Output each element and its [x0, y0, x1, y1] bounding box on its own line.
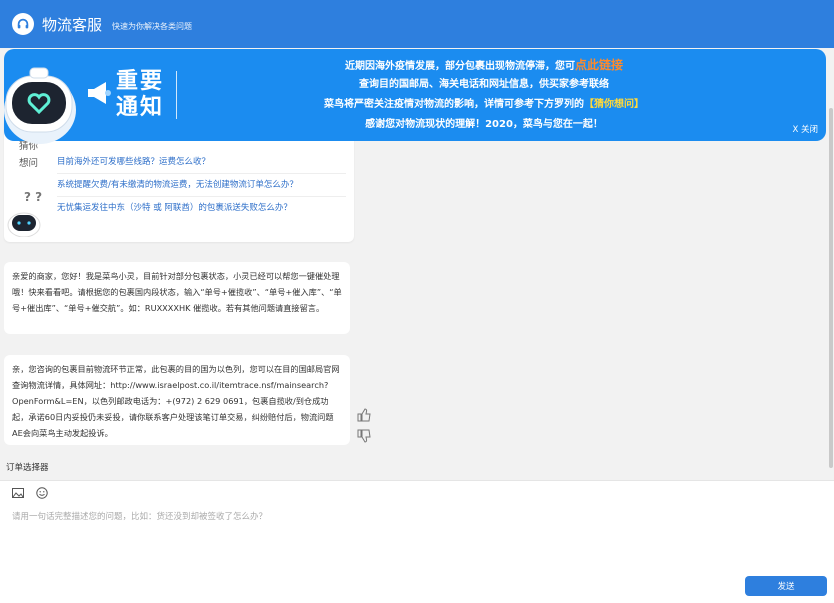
notice-heading: 重要 通知	[116, 69, 176, 121]
headset-icon	[12, 13, 34, 35]
chat-scrollbar[interactable]	[828, 48, 834, 480]
thumbs-up-icon[interactable]	[356, 407, 372, 423]
notice-line-2: 查询目的国邮局、海关电话和网址信息，供买家参考联络	[359, 79, 609, 90]
robot-avatar-icon: ? ?	[7, 190, 42, 237]
emoji-icon[interactable]	[36, 487, 48, 499]
faq-side-label-2: 想问	[19, 158, 39, 169]
faq-question-3[interactable]: 无忧集运发往中东（沙特 或 阿联酋）的包裹派送失败怎么办？	[57, 201, 346, 219]
message-input[interactable]: 请用一句话完整描述您的问题，比如：货还没到却被签收了怎么办？	[12, 510, 267, 522]
notice-line-3-text: 菜鸟将严密关注疫情对物流的影响，详情可参考下方罗列的	[324, 99, 584, 110]
notice-divider	[176, 71, 177, 119]
bot-message-2: 亲，您咨询的包裹目前物流环节正常，此包裹的目的国为以色列，您可以在目的国邮局官网…	[4, 355, 350, 445]
notice-heading-line1: 重要	[116, 69, 165, 94]
megaphone-icon	[88, 82, 111, 104]
app-subtitle: 快速为你解决各类问题	[112, 21, 193, 31]
guess-questions-link[interactable]: 【猜你想问】	[584, 99, 644, 110]
notice-line-4: 感谢您对物流现状的理解！2020，菜鸟与您在一起！	[365, 119, 603, 130]
robot-mascot-icon	[4, 67, 76, 144]
svg-text:? ?: ? ?	[24, 190, 42, 204]
close-banner-button[interactable]: X 关闭	[792, 123, 818, 135]
image-upload-icon[interactable]	[12, 487, 24, 499]
notice-line-1: 近期因海外疫情发展，部分包裹出现物流停滞，您可点此链接	[204, 55, 764, 75]
notice-line-3: 菜鸟将严密关注疫情对物流的影响，详情可参考下方罗列的【猜你想问】	[204, 95, 764, 115]
order-selector[interactable]: 订单选择器	[6, 461, 49, 473]
composer-toolbar	[12, 487, 48, 499]
notice-heading-line2: 通知	[116, 95, 165, 120]
bot-message-1: 亲爱的商家，您好！我是菜鸟小灵，目前针对部分包裹状态，小灵已经可以帮您一键催处理…	[4, 262, 350, 334]
notice-text: 近期因海外疫情发展，部分包裹出现物流停滞，您可点此链接 查询目的国邮局、海关电话…	[204, 55, 764, 135]
important-notice-banner: 重要 通知 近期因海外疫情发展，部分包裹出现物流停滞，您可点此链接 查询目的国邮…	[4, 49, 826, 141]
app-header: 物流客服 快速为你解决各类问题	[0, 0, 834, 48]
notice-line-1-text: 近期因海外疫情发展，部分包裹出现物流停滞，您可	[344, 61, 575, 72]
app-title: 物流客服	[42, 15, 103, 34]
faq-question-1[interactable]: 目前海外还可发哪些线路？运费怎么收？	[57, 155, 346, 174]
scrollbar-thumb[interactable]	[829, 108, 833, 468]
composer: 请用一句话完整描述您的问题，比如：货还没到却被签收了怎么办？ 发送	[0, 480, 834, 603]
send-button[interactable]: 发送	[745, 576, 827, 596]
faq-question-2[interactable]: 系统提醒欠费/有未缴清的物流运费，无法创建物流订单怎么办？	[57, 178, 346, 197]
thumbs-down-icon[interactable]	[356, 428, 372, 444]
notice-link[interactable]: 点此链接	[575, 58, 623, 72]
